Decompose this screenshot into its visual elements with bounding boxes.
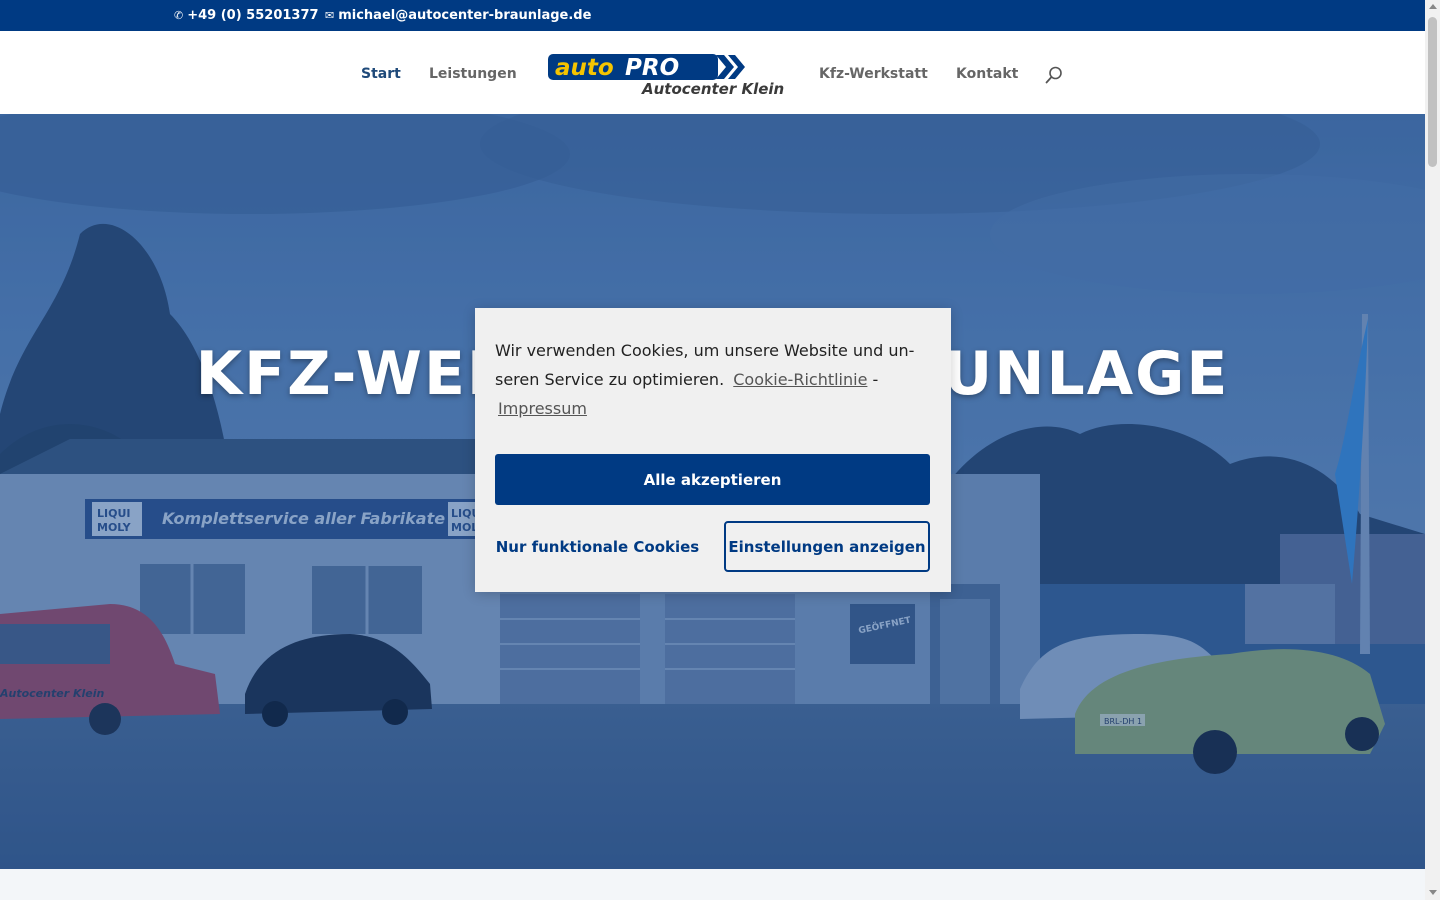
next-section (0, 869, 1425, 900)
scrollbar-thumb[interactable] (1428, 17, 1437, 167)
scroll-up-arrow-icon[interactable] (1429, 4, 1437, 9)
site-logo[interactable]: auto PRO Autocenter Klein (548, 53, 784, 101)
nav-kfz-werkstatt[interactable]: Kfz-Werkstatt (819, 66, 928, 82)
imprint-link[interactable]: Impressum (498, 399, 587, 418)
email-contact[interactable]: ✉ michael@autocenter-braunlage.de (325, 8, 591, 23)
logo-subtitle: Autocenter Klein (642, 80, 785, 98)
phone-icon: ✆ (174, 9, 184, 22)
svg-text:PRO: PRO (625, 55, 679, 81)
envelope-icon: ✉ (325, 9, 335, 22)
functional-only-button[interactable]: Nur funktionale Cookies (495, 521, 700, 572)
search-icon[interactable] (1045, 66, 1063, 84)
site-header: Start Leistungen auto PRO Autocenter Kle… (0, 31, 1425, 114)
nav-start[interactable]: Start (361, 66, 401, 82)
cookie-policy-link[interactable]: Cookie-Richtlinie (733, 370, 867, 389)
phone-contact[interactable]: ✆ +49 (0) 55201377 (174, 8, 319, 23)
phone-number[interactable]: +49 (0) 55201377 (187, 8, 318, 23)
accept-all-button[interactable]: Alle akzeptieren (495, 454, 930, 505)
link-separator: - (872, 370, 879, 389)
cookie-message-block: Wir verwenden Cookies, um unsere Website… (495, 336, 931, 423)
cookie-consent-dialog: Wir verwenden Cookies, um unsere Website… (475, 308, 951, 592)
top-bar: ✆ +49 (0) 55201377 ✉ michael@autocenter-… (0, 0, 1425, 31)
email-address[interactable]: michael@autocenter-braunlage.de (338, 8, 591, 23)
scroll-down-arrow-icon[interactable] (1429, 890, 1437, 895)
page-scrollbar[interactable] (1425, 0, 1440, 900)
nav-kontakt[interactable]: Kontakt (956, 66, 1018, 82)
svg-text:auto: auto (555, 55, 614, 81)
show-settings-button[interactable]: Einstellungen anzeigen (724, 521, 930, 572)
nav-leistungen[interactable]: Leistungen (429, 66, 517, 82)
autopro-logo-mark: auto PRO (548, 54, 745, 81)
